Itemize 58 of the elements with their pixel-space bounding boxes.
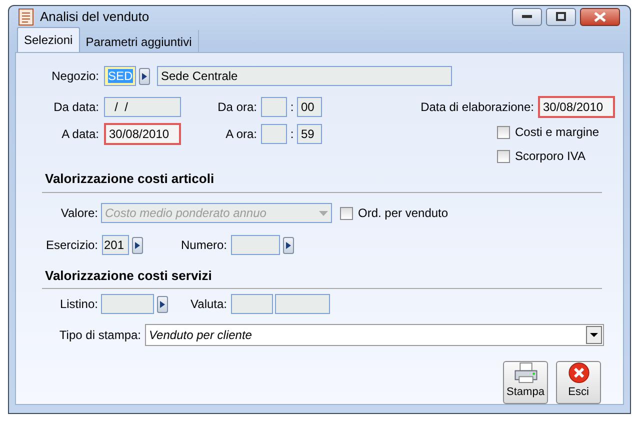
number-field[interactable]	[231, 235, 280, 255]
hour-field[interactable]	[261, 97, 287, 117]
triangle-icon	[135, 242, 140, 248]
field-label: Listino:	[58, 296, 98, 313]
minute-field[interactable]: 00	[297, 97, 322, 117]
printer-icon	[512, 362, 538, 384]
exit-button[interactable]: Esci	[556, 361, 601, 404]
dropdown-arrow-icon	[319, 210, 328, 216]
field-label: Valore:	[60, 205, 98, 222]
triangle-icon	[286, 242, 291, 248]
section-title: Valorizzazione costi servizi	[45, 266, 213, 284]
window-title: Analisi del venduto	[40, 8, 150, 26]
field-label: Esercizio:	[44, 237, 98, 254]
checkbox-label: Ord. per venduto	[358, 205, 448, 222]
checkbox-label: Scorporo IVA	[515, 148, 586, 165]
document-icon	[18, 8, 34, 26]
lookup-button[interactable]	[157, 296, 168, 312]
section-title: Valorizzazione costi articoli	[45, 170, 216, 188]
lookup-button[interactable]	[283, 236, 294, 254]
minimize-icon	[522, 14, 532, 18]
field-label: Data di elaborazione:	[420, 99, 534, 116]
date-field[interactable]: / /	[104, 97, 181, 117]
close-icon	[594, 12, 606, 22]
year-field[interactable]: 201	[102, 235, 129, 255]
cancel-icon	[566, 362, 590, 384]
field-label: Da data:	[52, 99, 99, 116]
triangle-icon	[160, 300, 165, 308]
checkbox-label: Costi e margine	[515, 124, 600, 141]
description-field[interactable]: Sede Centrale	[157, 66, 452, 86]
hour-field[interactable]	[261, 124, 287, 144]
field-label: A data:	[60, 126, 99, 143]
print-button[interactable]: Stampa	[503, 361, 548, 404]
maximize-icon	[556, 12, 566, 21]
lookup-button[interactable]	[132, 236, 143, 254]
date-field[interactable]: 30/08/2010	[538, 96, 615, 118]
field-label: A ora:	[224, 126, 257, 143]
date-field[interactable]: 30/08/2010	[104, 123, 181, 145]
field-label: Da ora:	[216, 99, 257, 116]
minute-field[interactable]: 59	[297, 124, 322, 144]
field-label: Valuta:	[190, 296, 227, 313]
checkbox[interactable]	[340, 206, 353, 220]
field-label: Tipo di stampa:	[58, 327, 141, 344]
price-list-field[interactable]	[101, 294, 154, 314]
maximize-button[interactable]	[546, 8, 576, 26]
checkbox[interactable]	[497, 150, 510, 162]
lookup-button[interactable]	[139, 68, 150, 84]
tab[interactable]: Selezioni	[17, 27, 80, 52]
time-separator: :	[289, 99, 295, 116]
checkbox[interactable]	[497, 126, 510, 138]
minimize-button[interactable]	[512, 8, 542, 26]
time-separator: :	[289, 126, 295, 143]
triangle-icon	[142, 72, 147, 80]
dropdown-field[interactable]: Venduto per cliente	[145, 324, 604, 346]
close-button[interactable]	[580, 8, 620, 26]
field-label: Numero:	[180, 237, 227, 254]
currency-name-field[interactable]	[275, 294, 330, 314]
currency-code-field[interactable]	[231, 294, 273, 314]
field-label: Negozio:	[50, 68, 99, 85]
